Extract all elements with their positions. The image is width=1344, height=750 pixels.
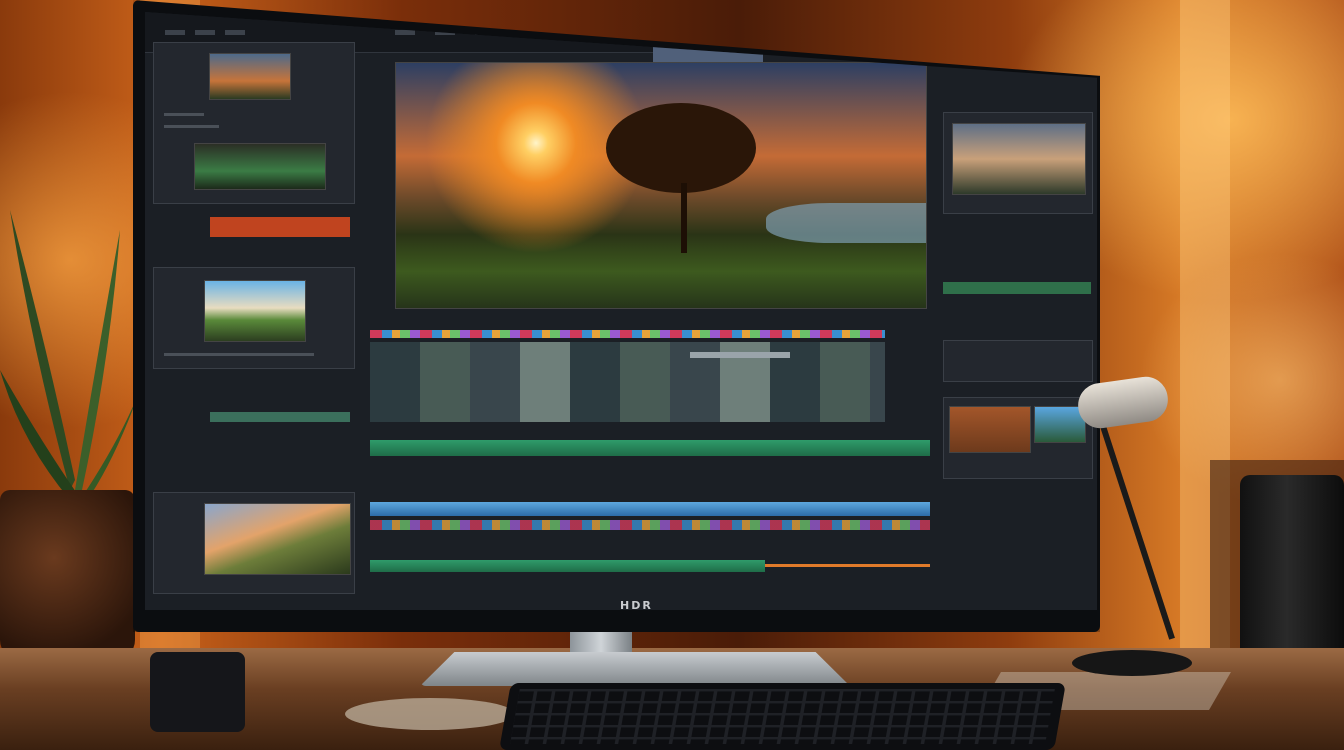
video-preview[interactable] <box>395 62 927 309</box>
cup <box>150 652 245 732</box>
monitor-stand-base <box>420 652 850 686</box>
editor-screen <box>145 12 1097 610</box>
inspector-panel <box>943 112 1093 214</box>
effect-thumbnail[interactable] <box>949 406 1031 453</box>
preview-lake <box>766 203 926 243</box>
media-bin-panel <box>153 42 355 204</box>
keyboard-keys[interactable] <box>510 689 1055 744</box>
media-thumbnail[interactable] <box>194 143 326 190</box>
audio-track-orange[interactable] <box>765 564 930 567</box>
clip-thumbnail[interactable] <box>204 503 351 575</box>
keyboard-icon[interactable] <box>499 683 1066 750</box>
preview-tree <box>606 103 756 193</box>
toolbar-button[interactable] <box>225 30 245 35</box>
media-thumbnail[interactable] <box>209 53 291 100</box>
plant-pot <box>0 490 135 660</box>
level-meter <box>210 412 350 422</box>
preview-trunk <box>681 183 687 253</box>
video-track-clips[interactable] <box>370 520 930 530</box>
clip-marker <box>690 352 790 358</box>
clip-panel <box>153 267 355 369</box>
audio-track-green[interactable] <box>370 440 930 456</box>
audio-track-lower[interactable] <box>370 560 765 572</box>
timeline-marker-strip <box>370 330 885 338</box>
video-track-blue[interactable] <box>370 502 930 516</box>
lamp-base <box>1072 650 1192 676</box>
monitor-logo: HDR <box>620 599 653 612</box>
inspector-thumbnail[interactable] <box>952 123 1086 195</box>
desk-tray <box>345 698 515 730</box>
bin-item[interactable] <box>164 113 204 116</box>
video-track-filmstrip[interactable] <box>370 342 885 422</box>
effects-panel <box>943 340 1093 382</box>
clip-row[interactable] <box>164 353 314 356</box>
clip-panel <box>153 492 355 594</box>
toolbar-button[interactable] <box>395 30 415 35</box>
progress-bar-red <box>210 217 350 237</box>
background-scene: HDR <box>0 0 1344 750</box>
lamp-arm <box>1098 419 1175 640</box>
inspector-slider[interactable] <box>943 282 1091 294</box>
bin-item[interactable] <box>164 125 219 128</box>
effects-preview-panel <box>943 397 1093 479</box>
toolbar-button[interactable] <box>165 30 185 35</box>
toolbar-button[interactable] <box>195 30 215 35</box>
clip-thumbnail[interactable] <box>204 280 306 342</box>
